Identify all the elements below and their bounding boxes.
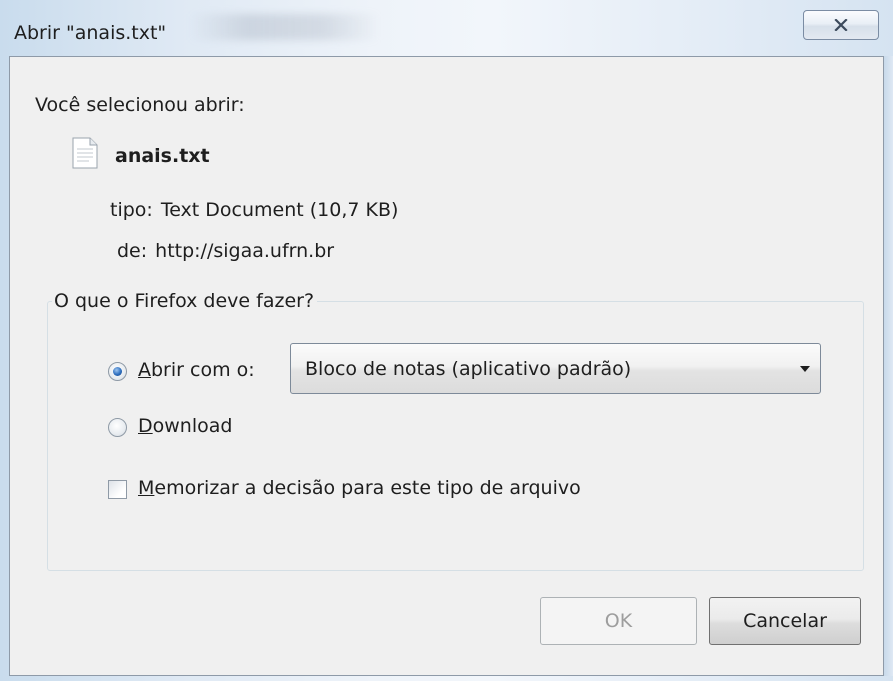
- file-type-row: tipo: Text Document (10,7 KB): [110, 199, 398, 221]
- dialog-title: Abrir "anais.txt": [14, 22, 167, 44]
- download-accesskey: D: [138, 415, 153, 437]
- action-group-legend: O que o Firefox deve fazer?: [52, 290, 318, 312]
- open-with-accesskey: A: [138, 359, 151, 381]
- open-with-label-text: brir com o:: [151, 359, 255, 381]
- file-type-label: tipo:: [110, 199, 153, 221]
- application-select[interactable]: Bloco de notas (aplicativo padrão): [290, 343, 821, 394]
- title-bar-blur: [190, 14, 380, 40]
- file-source-value: http://sigaa.ufrn.br: [155, 240, 335, 262]
- window-edge: [884, 56, 893, 676]
- download-radio[interactable]: [108, 418, 127, 437]
- remember-decision-checkbox[interactable]: [108, 480, 127, 499]
- download-label-text: ownload: [152, 415, 233, 437]
- dropdown-arrow-icon: [800, 366, 810, 372]
- text-file-icon: [72, 137, 98, 169]
- open-with-label[interactable]: Abrir com o:: [138, 359, 255, 381]
- cancel-button[interactable]: Cancelar: [709, 597, 861, 645]
- remember-label-text: emorizar a decisão para este tipo de arq…: [154, 477, 581, 499]
- file-source-label: de:: [117, 240, 148, 262]
- radio-selected-dot: [113, 367, 122, 376]
- file-source-row: de: http://sigaa.ufrn.br: [117, 240, 334, 262]
- file-type-value: Text Document (10,7 KB): [160, 199, 399, 221]
- download-label[interactable]: Download: [138, 415, 232, 437]
- dialog-body: Você selecionou abrir: anais.txt tipo: Te…: [9, 56, 884, 676]
- open-with-radio[interactable]: [108, 362, 127, 381]
- close-icon: [834, 19, 848, 31]
- close-button[interactable]: [803, 10, 879, 40]
- ok-button[interactable]: OK: [540, 597, 697, 645]
- intro-text: Você selecionou abrir:: [35, 94, 245, 116]
- application-select-value: Bloco de notas (aplicativo padrão): [305, 358, 632, 380]
- remember-decision-label[interactable]: Memorizar a decisão para este tipo de ar…: [138, 477, 581, 499]
- remember-accesskey: M: [138, 477, 155, 499]
- dialog-window: Abrir "anais.txt" Você selecionou abrir:…: [0, 0, 893, 681]
- file-name: anais.txt: [115, 145, 210, 167]
